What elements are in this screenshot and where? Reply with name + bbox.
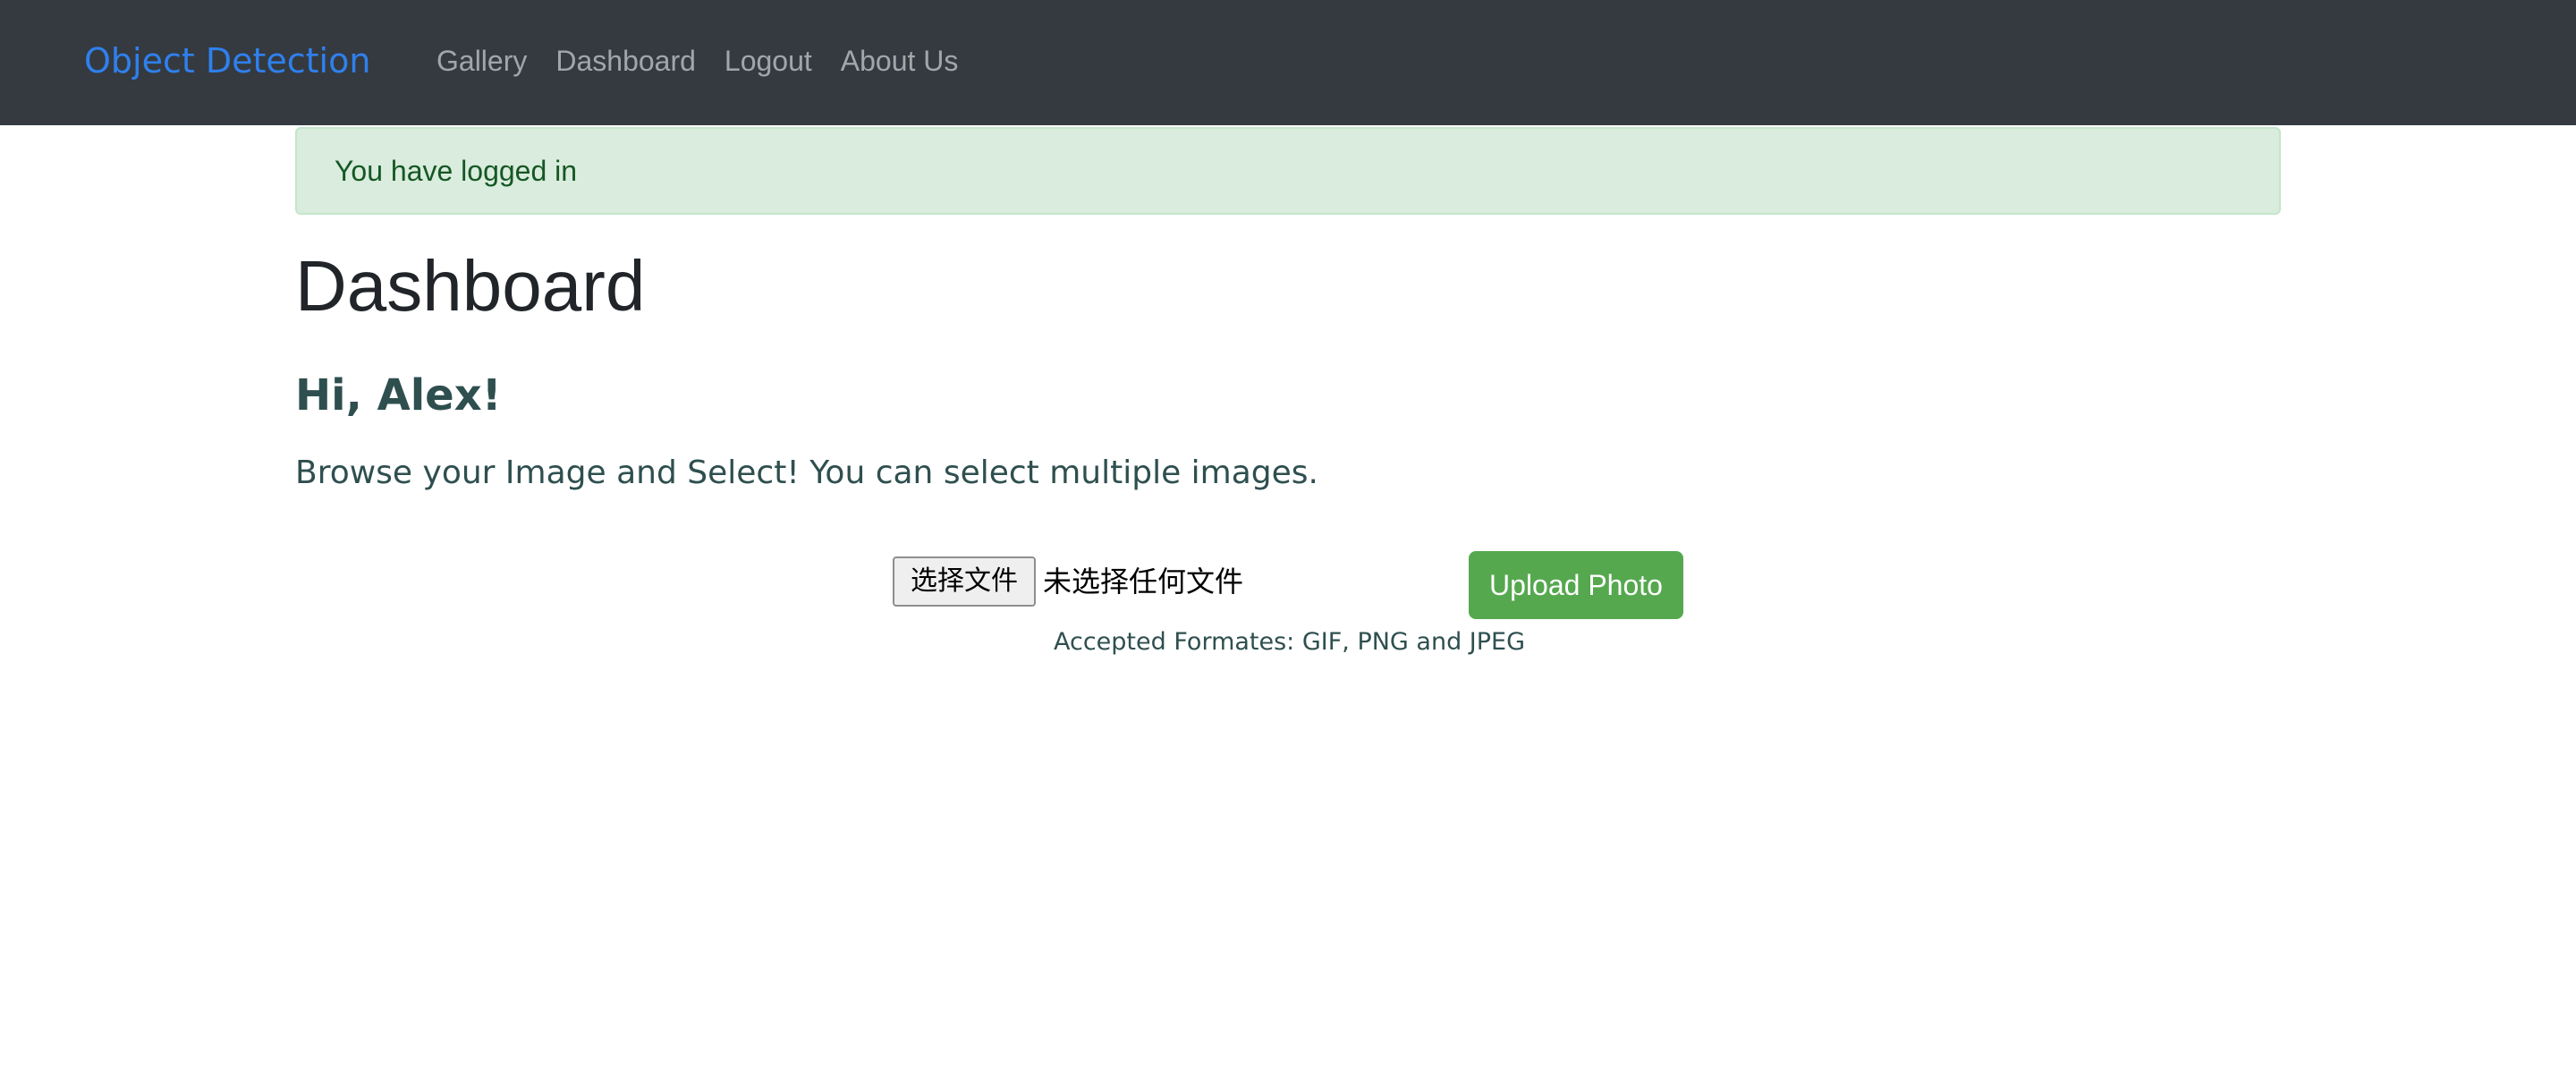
upload-photo-button[interactable]: Upload Photo (1469, 551, 1683, 619)
top-navbar: Object Detection Gallery Dashboard Logou… (0, 0, 2576, 125)
nav-links: Gallery Dashboard Logout About Us (436, 41, 987, 81)
nav-link-gallery[interactable]: Gallery (436, 41, 527, 81)
success-alert: You have logged in (295, 127, 2281, 215)
upload-instructions: Browse your Image and Select! You can se… (295, 454, 1319, 491)
accepted-formats-note: Accepted Formates: GIF, PNG and JPEG (1054, 628, 1526, 656)
nav-link-dashboard[interactable]: Dashboard (555, 41, 696, 81)
page-title: Dashboard (295, 246, 646, 326)
choose-file-button[interactable]: 选择文件 (893, 556, 1036, 607)
brand-link[interactable]: Object Detection (84, 38, 370, 84)
nav-link-logout[interactable]: Logout (724, 41, 812, 81)
user-greeting: Hi, Alex! (295, 370, 502, 420)
file-status-text: 未选择任何文件 (1043, 565, 1244, 599)
nav-link-about-us[interactable]: About Us (841, 41, 959, 81)
